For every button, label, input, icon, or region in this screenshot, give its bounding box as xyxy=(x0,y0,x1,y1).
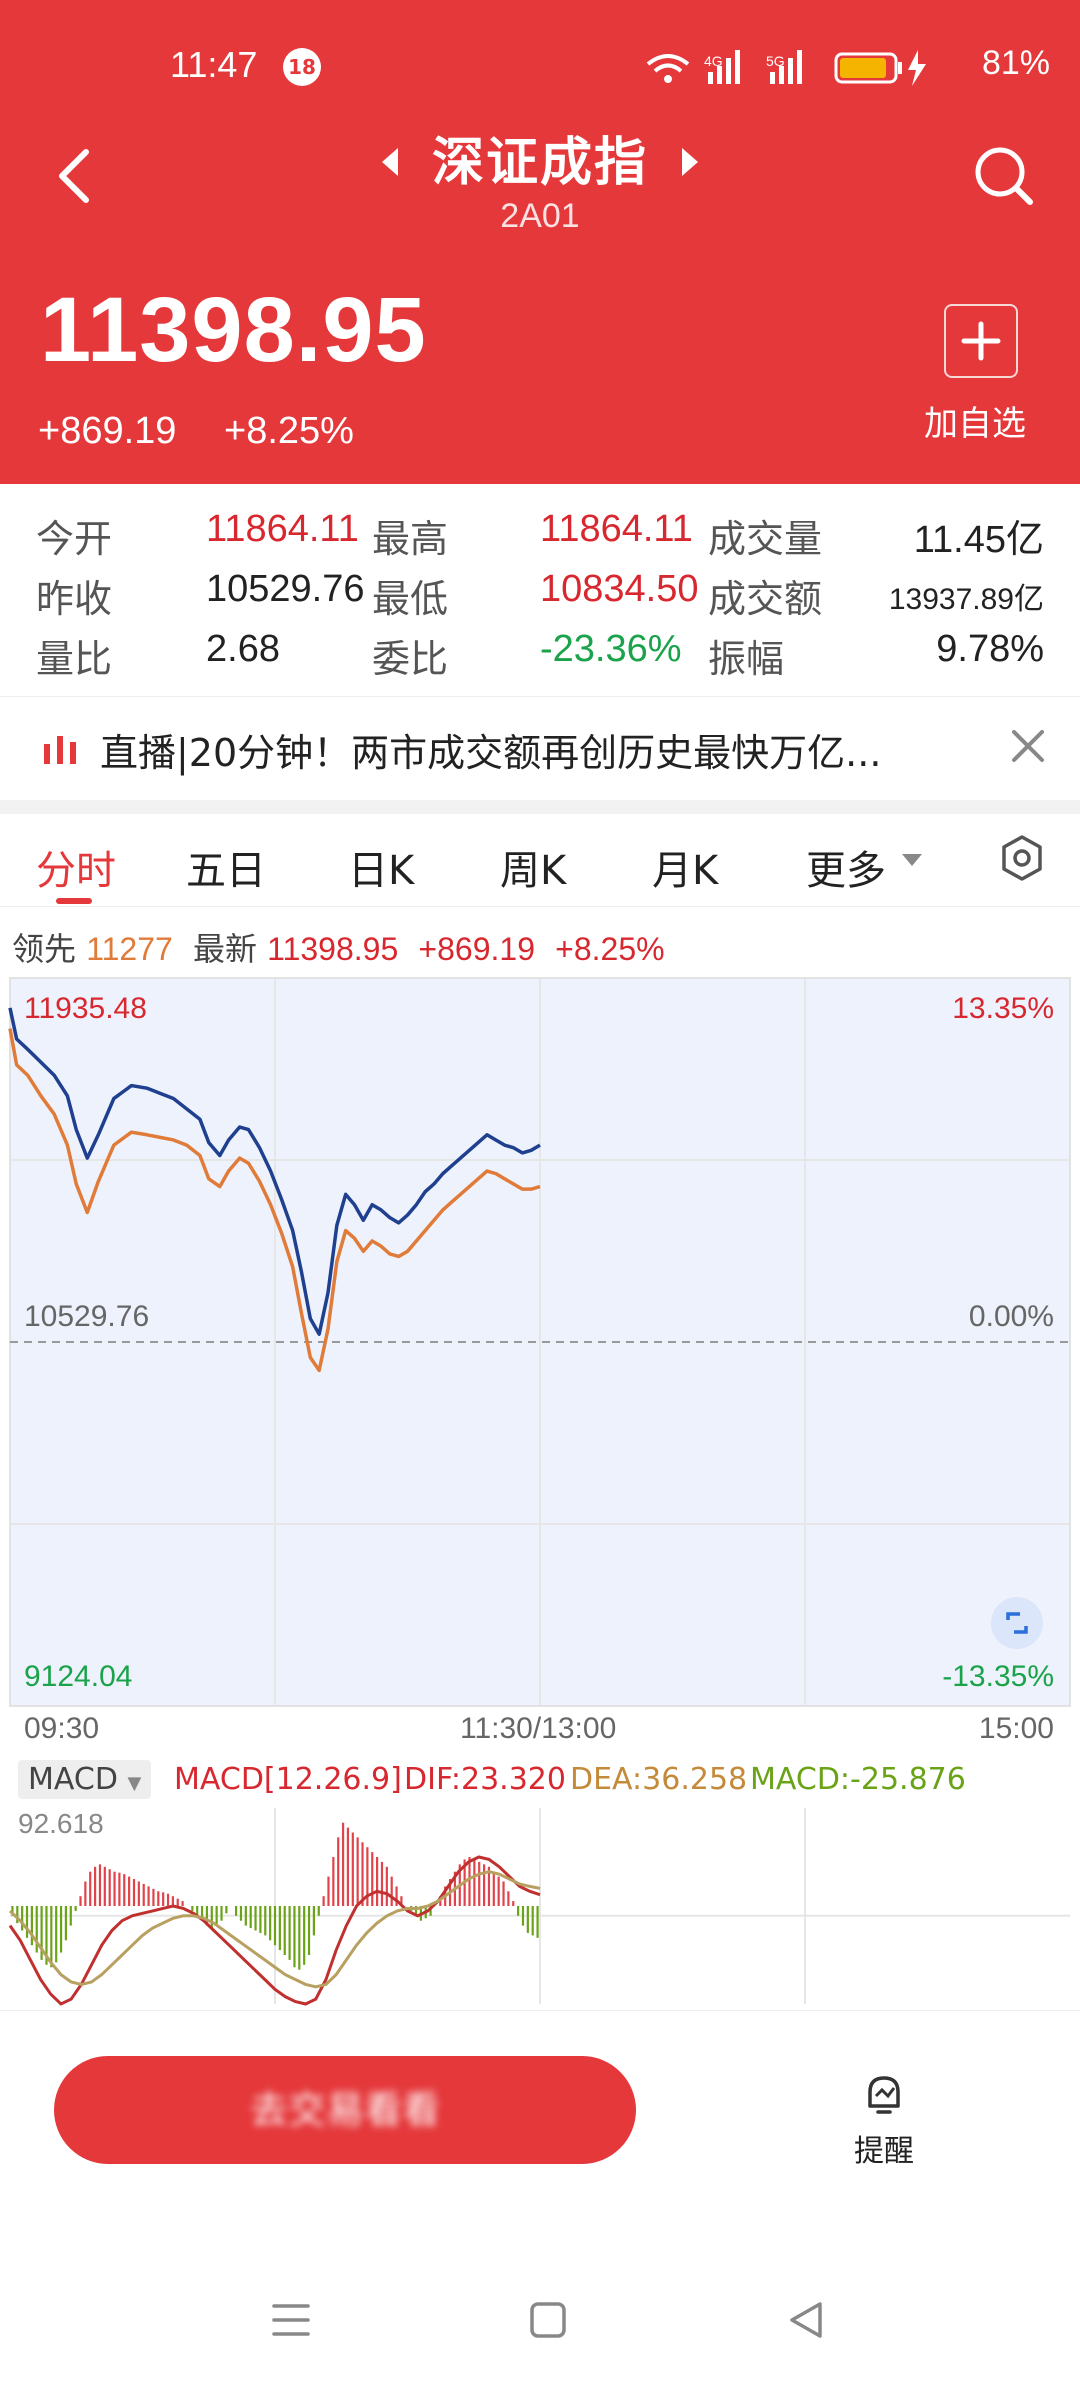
lead-info: 领先 11277 最新 11398.95 +869.19 +8.25% xyxy=(12,924,665,970)
tab-five-day[interactable]: 五日 xyxy=(186,838,266,896)
macd-value: MACD:-25.876 xyxy=(750,1762,966,1797)
add-watchlist-label[interactable]: 加自选 xyxy=(924,396,1026,445)
menu-nav-icon[interactable] xyxy=(270,2300,312,2340)
battery-percent: 81% xyxy=(981,44,1050,82)
macd-header: MACD ▼ MACD[12.26.9] DIF:23.320 DEA:36.2… xyxy=(0,1760,1080,1810)
stat-value: 11864.11 xyxy=(206,508,359,550)
stat-label: 委比 xyxy=(372,637,449,681)
page-title: 深证成指 xyxy=(431,133,648,193)
stat-label: 量比 xyxy=(36,637,113,681)
prev-index-icon[interactable] xyxy=(382,148,398,176)
plus-icon xyxy=(961,321,1001,361)
stat-label: 最高 xyxy=(372,517,449,561)
indicator-selector-label: MACD xyxy=(28,1762,118,1797)
stat-value: 10529.76 xyxy=(206,568,365,610)
stat-value: 13937.89亿 xyxy=(888,583,1044,616)
next-index-icon[interactable] xyxy=(682,148,698,176)
trade-button-label[interactable]: 去交易看看 xyxy=(54,2056,636,2164)
intraday-chart[interactable]: 11935.48 10529.76 9124.04 13.35% 0.00% -… xyxy=(0,970,1080,1710)
latest-change: +869.19 xyxy=(418,931,535,967)
chevron-down-icon xyxy=(902,854,922,866)
stat-label: 振幅 xyxy=(708,637,785,681)
gear-icon[interactable] xyxy=(998,834,1046,882)
chevron-down-icon: ▼ xyxy=(127,1773,142,1794)
back-arrow-icon[interactable] xyxy=(48,146,102,206)
alert-label[interactable]: 提醒 xyxy=(854,2126,914,2170)
signal-wifi-icon: 4G 5G xyxy=(646,50,926,86)
latest-label: 最新 xyxy=(192,930,257,968)
x-label-midday: 11:30/13:00 xyxy=(460,1712,617,1745)
index-code: 2A01 xyxy=(500,197,580,235)
latest-value: 11398.95 xyxy=(267,931,399,967)
lead-value: 11277 xyxy=(86,931,173,967)
x-label-close: 15:00 xyxy=(978,1712,1054,1745)
active-tab-indicator xyxy=(56,898,92,904)
latest-change-pct: +8.25% xyxy=(555,931,665,967)
alert-bell-icon[interactable] xyxy=(860,2070,908,2118)
macd-top-label: 92.618 xyxy=(18,1808,104,1839)
current-price: 11398.95 xyxy=(40,279,427,381)
home-nav-icon[interactable] xyxy=(528,2300,568,2340)
x-label-open: 09:30 xyxy=(24,1712,100,1745)
pct-label-mid: 0.00% xyxy=(968,1300,1054,1333)
stat-value: 11864.11 xyxy=(540,508,693,550)
stat-value: -23.36% xyxy=(540,628,682,670)
stat-label: 成交量 xyxy=(708,517,823,561)
title-block: 深证成指 2A01 xyxy=(300,120,780,236)
y-label-bottom: 9124.04 xyxy=(24,1660,133,1693)
tab-intraday[interactable]: 分时 xyxy=(36,838,116,896)
pct-label-bottom: -13.35% xyxy=(942,1660,1054,1693)
tab-more[interactable]: 更多 xyxy=(806,838,886,896)
back-nav-icon[interactable] xyxy=(786,2300,826,2340)
live-bars-icon xyxy=(44,736,76,764)
notification-badge: 18 xyxy=(283,48,321,86)
y-label-top: 11935.48 xyxy=(24,992,147,1025)
status-time: 11:47 xyxy=(170,44,258,85)
price-change-pct: +8.25% xyxy=(224,410,354,452)
quote-stats: 今开 11864.11 最高 11864.11 成交量 11.45亿昨收 10529.76 最… xyxy=(0,484,1080,684)
tab-monthly-k[interactable]: 月K xyxy=(652,838,718,896)
time-axis: 09:30 11:30/13:00 15:00 xyxy=(0,1710,1080,1750)
lead-label: 领先 xyxy=(12,930,77,968)
fullscreen-icon[interactable] xyxy=(990,1596,1044,1650)
stat-value: 10834.50 xyxy=(540,568,699,610)
stat-label: 今开 xyxy=(36,517,113,561)
tab-weekly-k[interactable]: 周K xyxy=(500,838,566,896)
stat-label: 最低 xyxy=(372,577,449,621)
pct-label-top: 13.35% xyxy=(952,992,1054,1025)
macd-dea: DEA:36.258 xyxy=(570,1762,748,1797)
macd-params: MACD[12.26.9] xyxy=(174,1762,402,1797)
macd-dif: DIF:23.320 xyxy=(404,1762,566,1797)
price-change: +869.19 xyxy=(38,410,177,452)
stat-value: 9.78% xyxy=(936,628,1044,670)
macd-chart-svg[interactable] xyxy=(0,1808,1080,2008)
divider xyxy=(0,800,1080,814)
close-icon[interactable] xyxy=(1008,726,1048,766)
news-headline[interactable]: 直播|20分钟！两市成交额再创历史最快万亿... xyxy=(100,722,881,777)
stat-value: 11.45亿 xyxy=(913,519,1044,561)
search-icon[interactable] xyxy=(972,144,1036,208)
stat-value: 2.68 xyxy=(206,628,280,670)
y-label-mid: 10529.76 xyxy=(24,1300,150,1333)
indicator-selector[interactable]: MACD ▼ xyxy=(18,1760,152,1799)
intraday-chart-svg[interactable] xyxy=(0,970,1080,1710)
add-watchlist-button[interactable] xyxy=(944,304,1018,378)
macd-chart[interactable]: 92.618 xyxy=(0,1808,1080,2008)
stat-label: 昨收 xyxy=(36,577,113,621)
status-bar: 11:47 18 4G 5G 81% xyxy=(0,0,1080,130)
tab-daily-k[interactable]: 日K xyxy=(348,838,414,896)
stat-label: 成交额 xyxy=(708,577,823,621)
